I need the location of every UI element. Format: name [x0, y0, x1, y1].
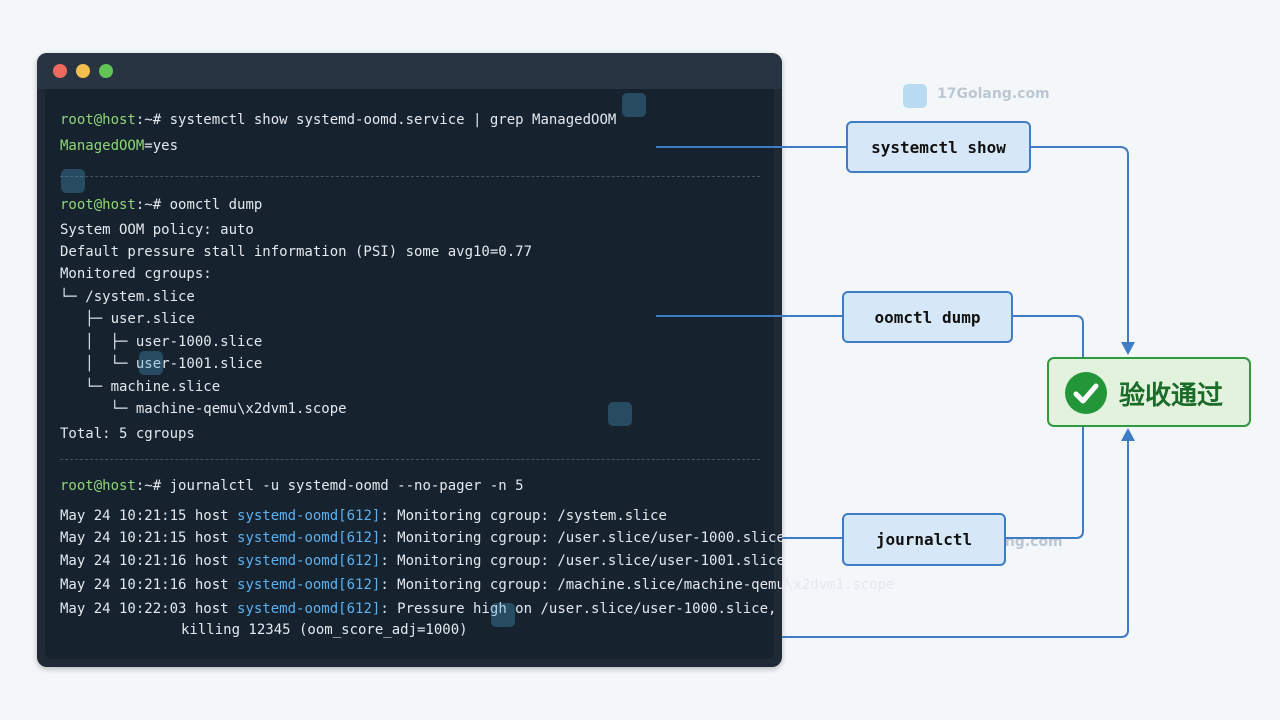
arrowhead-up [1121, 428, 1135, 441]
connector-journalctl-to-result [1005, 427, 1084, 539]
result-text: 验收通过 [1119, 381, 1224, 411]
check-circle-icon [1065, 372, 1107, 414]
label-journalctl: journalctl [842, 513, 1006, 566]
arrowhead-down [1121, 342, 1135, 355]
result-accepted-box: 验收通过 [1047, 357, 1251, 427]
label-oomctl-dump: oomctl dump [842, 291, 1013, 343]
connector-systemctl-to-result [1030, 146, 1129, 348]
label-systemctl-show: systemctl show [846, 121, 1031, 173]
connector-oomctl-to-result [1012, 315, 1084, 357]
